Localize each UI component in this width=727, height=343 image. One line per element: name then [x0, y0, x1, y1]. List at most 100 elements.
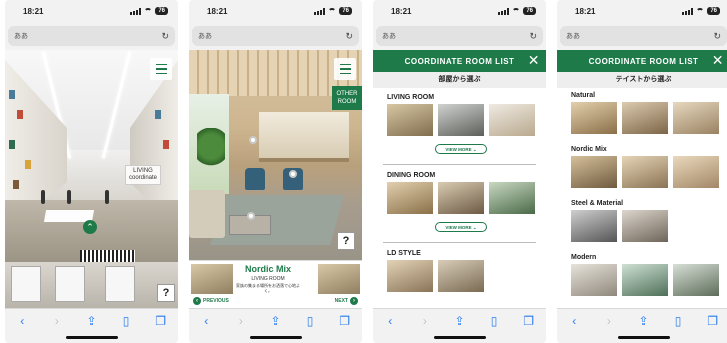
url-bar[interactable]: ああ ↻ [376, 26, 543, 46]
hotspot-icon[interactable] [289, 170, 297, 178]
prev-room-thumbnail[interactable] [191, 264, 233, 294]
room-thumbnail[interactable] [387, 260, 433, 292]
home-indicator [433, 336, 486, 339]
room-thumbnail[interactable] [571, 264, 617, 296]
view-more-button[interactable]: VIEW MORE ⌄ [435, 222, 487, 232]
room-thumbnail[interactable] [673, 156, 719, 188]
forward-icon[interactable]: › [51, 314, 63, 328]
living-coordinate-sign[interactable]: LIVING coordinate [125, 165, 161, 185]
url-bar[interactable]: ああ ↻ [8, 26, 175, 46]
share-icon[interactable]: ⇪ [85, 314, 97, 328]
chevron-left-icon: ‹ [193, 297, 201, 305]
shelf-item [9, 140, 15, 149]
menu-button[interactable] [334, 58, 356, 80]
status-bar: 18:21 76 [557, 0, 727, 22]
move-forward-icon[interactable]: ⌃ [83, 220, 97, 234]
next-label: NEXT [334, 298, 348, 304]
url-text: ああ [198, 33, 212, 40]
room-thumbnail[interactable] [387, 182, 433, 214]
home-indicator [65, 336, 118, 339]
section-title-natural: Natural [571, 92, 596, 99]
style-description: 家族の集まる場所をお洒落で心地よく。 [236, 283, 300, 293]
room-thumbnail[interactable] [489, 104, 535, 136]
url-text: ああ [382, 33, 396, 40]
tabs-icon[interactable]: ❐ [523, 314, 535, 328]
room-thumbnail[interactable] [622, 210, 668, 242]
back-icon[interactable]: ‹ [384, 314, 396, 328]
display-rack [5, 262, 178, 308]
browser-toolbar: ‹ › ⇪ ▯ ❐ [189, 308, 362, 343]
forward-icon[interactable]: › [603, 314, 615, 328]
room-thumbnail[interactable] [571, 210, 617, 242]
hotspot-icon[interactable] [247, 212, 255, 220]
room-thumbnail[interactable] [673, 264, 719, 296]
url-bar[interactable]: ああ ↻ [192, 26, 359, 46]
tabs-icon[interactable]: ❐ [339, 314, 351, 328]
room-thumbnail[interactable] [571, 102, 617, 134]
shelf-item [155, 110, 161, 119]
bookmarks-icon[interactable]: ▯ [304, 314, 316, 328]
room-thumbnail[interactable] [438, 182, 484, 214]
status-time: 18:21 [207, 6, 228, 16]
close-icon[interactable]: ✕ [528, 52, 540, 69]
previous-button[interactable]: ‹ PREVIOUS [193, 297, 229, 305]
back-icon[interactable]: ‹ [200, 314, 212, 328]
back-icon[interactable]: ‹ [16, 314, 28, 328]
section-title-living-room: LIVING ROOM [387, 94, 435, 101]
room-thumbnail[interactable] [489, 182, 535, 214]
reload-icon[interactable]: ↻ [161, 31, 169, 42]
help-button[interactable]: ? [337, 232, 355, 250]
close-icon[interactable]: ✕ [712, 52, 724, 69]
share-icon[interactable]: ⇪ [637, 314, 649, 328]
room-thumbnail[interactable] [622, 156, 668, 188]
room-thumbnail[interactable] [673, 102, 719, 134]
forward-icon[interactable]: › [235, 314, 247, 328]
signal-icon [682, 7, 694, 15]
view-more-button[interactable]: VIEW MORE ⌄ [435, 144, 487, 154]
tabs-icon[interactable]: ❐ [155, 314, 167, 328]
bookmarks-icon[interactable]: ▯ [120, 314, 132, 328]
room-thumbnail[interactable] [622, 102, 668, 134]
bookmarks-icon[interactable]: ▯ [488, 314, 500, 328]
room-thumbnail[interactable] [387, 104, 433, 136]
hotspot-icon[interactable] [249, 136, 257, 144]
screenshot-row: 18:21 76 ああ ↻ LIVING coordinate ⌃ ? ‹ › … [0, 0, 727, 343]
share-icon[interactable]: ⇪ [453, 314, 465, 328]
share-icon[interactable]: ⇪ [269, 314, 281, 328]
menu-button[interactable] [150, 58, 172, 80]
view-more-label: VIEW MORE [445, 225, 472, 230]
list-title: COORDINATE ROOM LIST [404, 56, 515, 66]
room-scene[interactable]: OTHER ROOM ? Nordic Mix LIVING ROOM 家族の集… [189, 50, 362, 308]
back-icon[interactable]: ‹ [568, 314, 580, 328]
shelf-item [25, 160, 31, 169]
next-room-thumbnail[interactable] [318, 264, 360, 294]
bookmarks-icon[interactable]: ▯ [672, 314, 684, 328]
display-item [105, 266, 135, 302]
wifi-icon [512, 8, 521, 14]
status-time: 18:21 [23, 6, 44, 16]
room-thumbnail[interactable] [438, 104, 484, 136]
forward-icon[interactable]: › [419, 314, 431, 328]
room-viewport[interactable]: OTHER ROOM ? Nordic Mix LIVING ROOM 家族の集… [189, 50, 362, 308]
other-room-button[interactable]: OTHER ROOM [332, 86, 362, 110]
url-bar[interactable]: ああ ↻ [560, 26, 727, 46]
section-title-steel-material: Steel & Material [571, 200, 624, 207]
next-button[interactable]: NEXT › [335, 297, 358, 305]
reload-icon[interactable]: ↻ [345, 31, 353, 42]
signal-icon [498, 7, 510, 15]
reload-icon[interactable]: ↻ [529, 31, 537, 42]
section-title-ld-style: LD STYLE [387, 250, 421, 257]
browser-toolbar: ‹ › ⇪ ▯ ❐ [373, 308, 546, 343]
tabs-icon[interactable]: ❐ [707, 314, 719, 328]
room-thumbnail[interactable] [571, 156, 617, 188]
style-subtitle: LIVING ROOM [251, 276, 285, 282]
help-button[interactable]: ? [157, 284, 175, 302]
virtual-store-scene[interactable]: LIVING coordinate ⌃ ? [5, 50, 178, 308]
room-thumbnail[interactable] [438, 260, 484, 292]
chevron-right-icon: › [350, 297, 358, 305]
list-body: テイストから選ぶ Natural Nordic Mix Steel & Mate… [557, 72, 727, 308]
reload-icon[interactable]: ↻ [713, 31, 721, 42]
room-thumbnail[interactable] [622, 264, 668, 296]
store-viewport[interactable]: LIVING coordinate ⌃ ? [5, 50, 178, 308]
browser-toolbar: ‹ › ⇪ ▯ ❐ [5, 308, 178, 343]
